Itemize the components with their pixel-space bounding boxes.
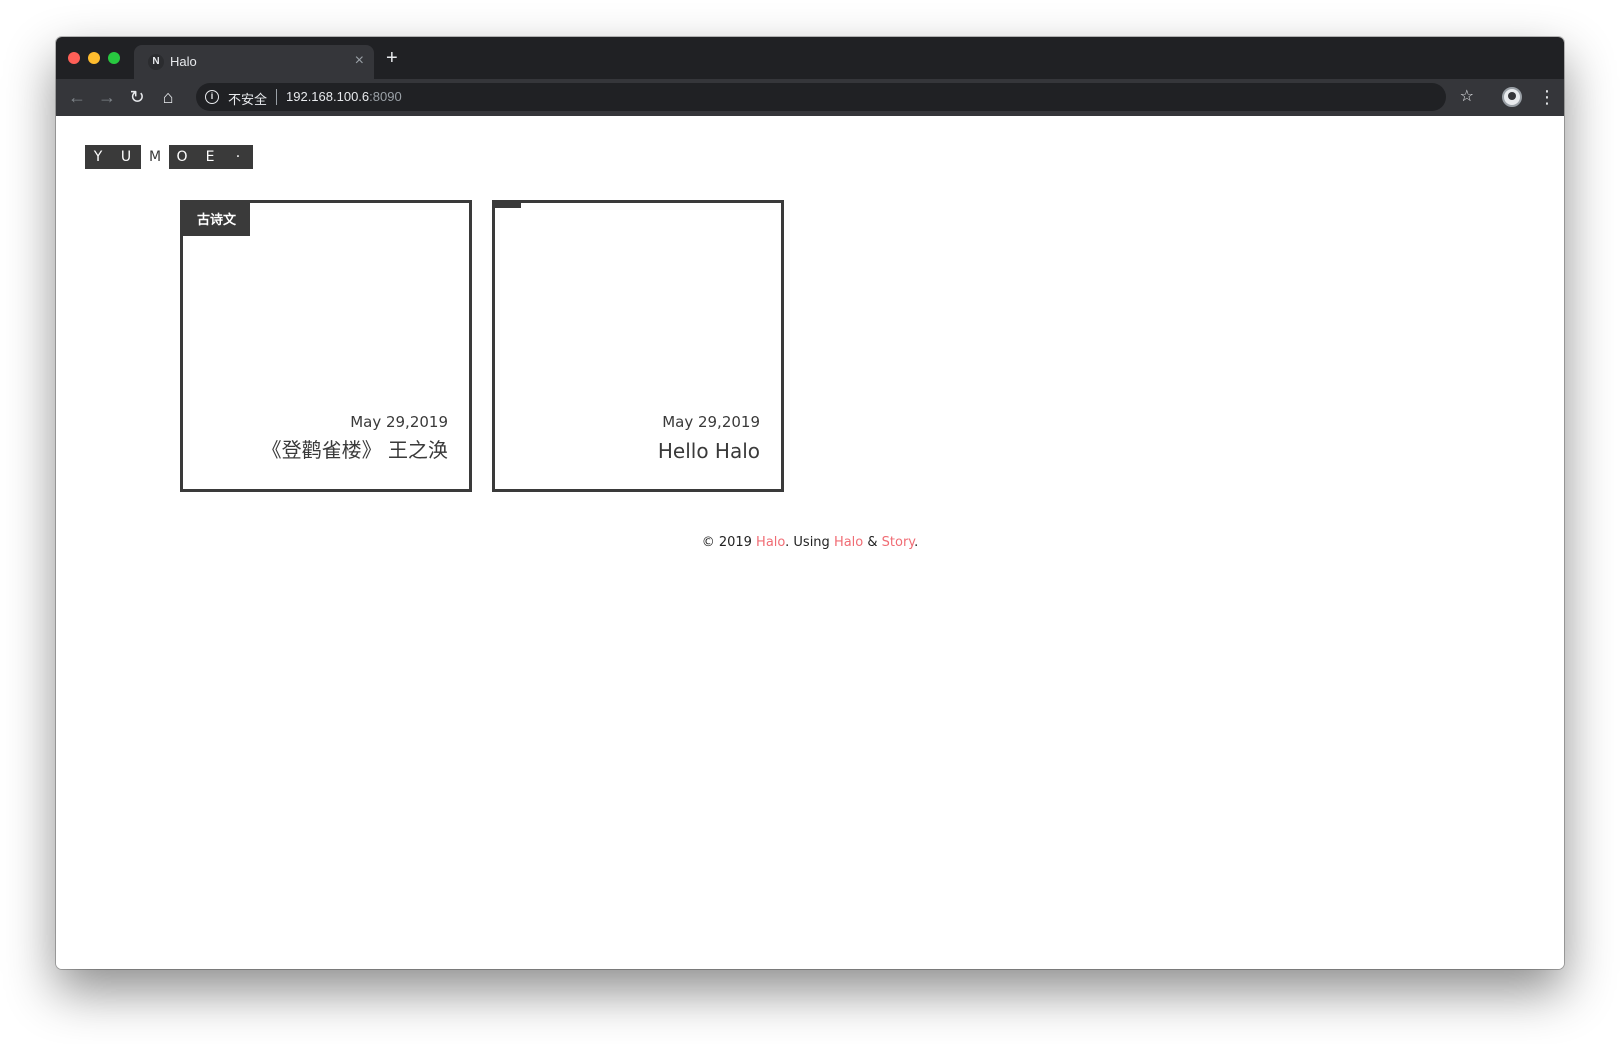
footer-text: . Using xyxy=(785,535,834,550)
footer-link-halo[interactable]: Halo xyxy=(756,535,785,550)
footer-link-halo-2[interactable]: Halo xyxy=(834,535,863,550)
logo-block-right: O E · xyxy=(169,145,253,169)
site-footer: © 2019 Halo. Using Halo & Story. xyxy=(56,535,1564,550)
logo-letter: Y xyxy=(93,149,105,165)
browser-window: N Halo × + ← → ↻ ⌂ i 不安全 192.168.100.6:8… xyxy=(56,37,1564,969)
browser-tab[interactable]: N Halo × xyxy=(134,45,374,79)
logo-letter: O xyxy=(176,149,190,165)
logo-letter: · xyxy=(235,149,243,165)
close-tab-icon[interactable]: × xyxy=(355,51,364,71)
footer-text: . xyxy=(914,535,919,550)
footer-text: & xyxy=(863,535,882,550)
url-text[interactable]: 192.168.100.6:8090 xyxy=(286,89,402,104)
home-icon[interactable]: ⌂ xyxy=(157,86,179,108)
profile-avatar-icon[interactable] xyxy=(1502,87,1522,107)
category-tag xyxy=(495,203,521,208)
tab-title: Halo xyxy=(170,54,197,69)
page-content: Y U M O E · 古诗文 May 29,2019 《登鹳雀楼》 王之涣 M… xyxy=(56,116,1564,969)
category-tag[interactable]: 古诗文 xyxy=(183,203,251,236)
forward-arrow-icon[interactable]: → xyxy=(96,86,118,108)
close-window-button[interactable] xyxy=(68,52,80,64)
logo-block-left: Y U xyxy=(85,145,141,169)
new-tab-icon[interactable]: + xyxy=(386,48,398,68)
minimize-window-button[interactable] xyxy=(88,52,100,64)
logo-letter: E xyxy=(205,149,217,165)
back-arrow-icon[interactable]: ← xyxy=(66,86,88,108)
info-icon[interactable]: i xyxy=(205,90,219,104)
browser-toolbar: ← → ↻ ⌂ i 不安全 192.168.100.6:8090 ☆ ⋮ xyxy=(56,79,1564,116)
maximize-window-button[interactable] xyxy=(108,52,120,64)
post-date: May 29,2019 xyxy=(662,413,760,431)
post-date: May 29,2019 xyxy=(350,413,448,431)
logo-letter: U xyxy=(120,149,134,165)
footer-link-story[interactable]: Story xyxy=(882,535,915,550)
post-title[interactable]: Hello Halo xyxy=(658,439,760,463)
post-title[interactable]: 《登鹳雀楼》 王之涣 xyxy=(262,434,448,463)
divider xyxy=(276,89,277,105)
url-host: 192.168.100.6 xyxy=(286,89,370,104)
screen: N Halo × + ← → ↻ ⌂ i 不安全 192.168.100.6:8… xyxy=(0,0,1620,1044)
footer-copyright: © 2019 xyxy=(701,535,757,550)
bookmark-star-icon[interactable]: ☆ xyxy=(1460,86,1474,108)
site-logo[interactable]: Y U M O E · xyxy=(85,145,253,169)
post-list: 古诗文 May 29,2019 《登鹳雀楼》 王之涣 May 29,2019 H… xyxy=(180,200,784,492)
post-card[interactable]: May 29,2019 Hello Halo xyxy=(492,200,784,492)
address-bar[interactable]: i 不安全 192.168.100.6:8090 xyxy=(196,83,1446,111)
menu-kebab-icon[interactable]: ⋮ xyxy=(1538,86,1556,108)
post-card[interactable]: 古诗文 May 29,2019 《登鹳雀楼》 王之涣 xyxy=(180,200,472,492)
tab-bar: N Halo × + xyxy=(56,37,1564,79)
security-label[interactable]: 不安全 xyxy=(228,89,267,108)
logo-letter-middle: M xyxy=(148,149,162,165)
url-port: :8090 xyxy=(369,89,402,104)
favicon-icon: N xyxy=(148,54,164,70)
reload-icon[interactable]: ↻ xyxy=(126,86,148,108)
